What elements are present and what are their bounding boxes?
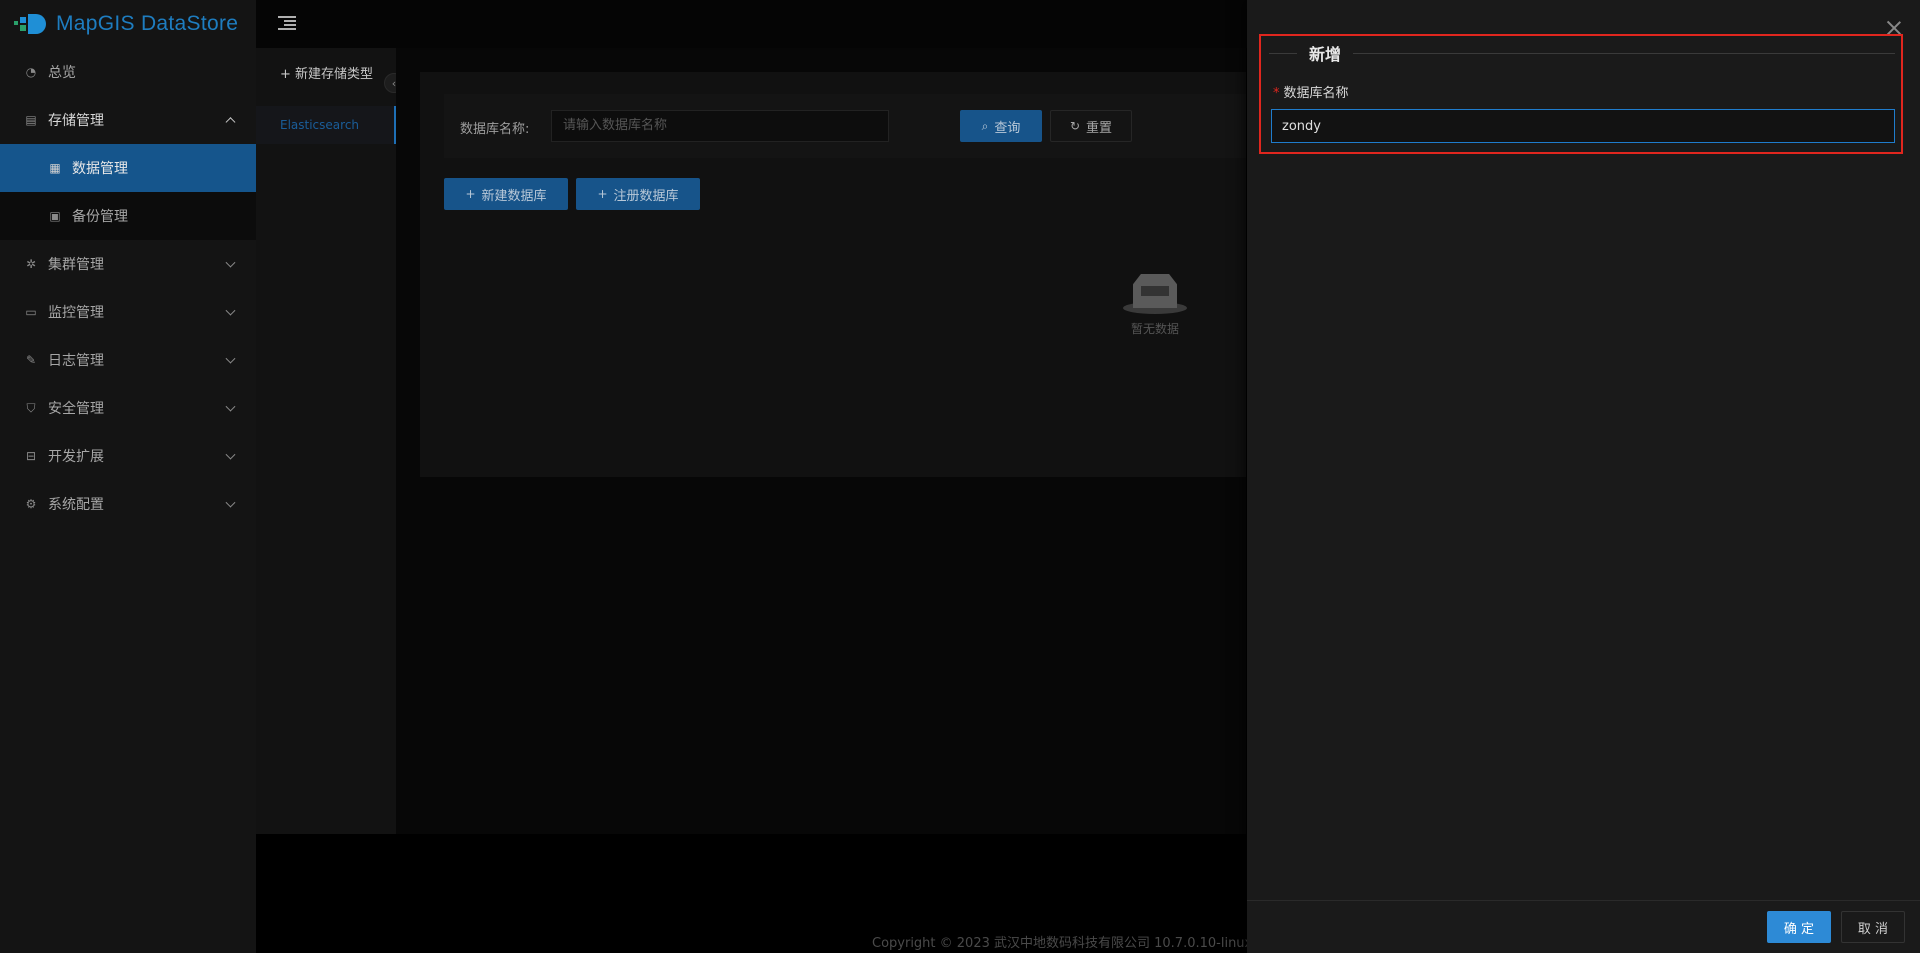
register-database-label: 注册数据库 — [613, 188, 679, 204]
app-root: MapGIS DataStore ◔ 总览 ▤ 存储管理 ▦ 数据管理 ▣ 备份… — [0, 0, 1920, 953]
chevron-up-icon — [225, 117, 236, 128]
sidebar-item-label: 系统配置 — [48, 497, 104, 513]
database-name-input[interactable] — [1271, 109, 1895, 143]
sidebar-item-label: 日志管理 — [48, 353, 104, 369]
sidebar-item-label: 数据管理 — [72, 161, 128, 177]
chevron-down-icon — [225, 449, 236, 460]
reload-icon: ↻ — [1069, 119, 1081, 133]
monitor-icon: ▭ — [25, 305, 37, 319]
storage-submenu: ▦ 数据管理 ▣ 备份管理 — [0, 144, 256, 240]
sidebar-item-label: 存储管理 — [48, 113, 104, 129]
sidebar-item-dev-extension[interactable]: ⊟ 开发扩展 — [0, 432, 256, 480]
chevron-down-icon — [225, 353, 236, 364]
database-icon: ▦ — [49, 161, 61, 175]
plus-icon: + — [597, 187, 608, 201]
sidebar: MapGIS DataStore ◔ 总览 ▤ 存储管理 ▦ 数据管理 ▣ 备份… — [0, 0, 256, 953]
confirm-button[interactable]: 确 定 — [1767, 911, 1831, 943]
storage-icon: ▤ — [25, 113, 37, 127]
toolbox-icon: ⊟ — [25, 449, 37, 463]
search-bar: 数据库名称: 请输入数据库名称 ⌕ 查询 ↻ 重置 — [444, 94, 1246, 158]
sidebar-item-label: 安全管理 — [48, 401, 104, 417]
sidebar-item-cluster[interactable]: ✲ 集群管理 — [0, 240, 256, 288]
sidebar-item-backup-management[interactable]: ▣ 备份管理 — [0, 192, 256, 240]
search-label: 数据库名称: — [460, 122, 530, 137]
database-card: 数据库名称: 请输入数据库名称 ⌕ 查询 ↻ 重置 + 新建数据库 + 注册数据… — [420, 72, 1246, 477]
logo-text: MapGIS DataStore — [56, 12, 239, 35]
drawer-footer: 确 定 取 消 — [1247, 900, 1920, 953]
add-form-section: 新增 * 数据库名称 — [1259, 34, 1903, 154]
sidebar-item-label: 总览 — [48, 65, 76, 81]
add-database-drawer: 新增 *数据库名称 确 定 取 消 — [1247, 0, 1920, 953]
shield-icon: ⛉ — [26, 400, 36, 415]
storage-type-item[interactable]: Elasticsearch — [256, 106, 396, 144]
sidebar-menu: ◔ 总览 ▤ 存储管理 ▦ 数据管理 ▣ 备份管理 ✲ 集群管理 ▭ 监控管理 … — [0, 48, 256, 528]
storage-type-panel: + 新建存储类型 Elasticsearch — [256, 48, 396, 834]
sidebar-item-label: 监控管理 — [48, 305, 104, 321]
section-title-text: 新增 — [1309, 45, 1342, 64]
cancel-button[interactable]: 取 消 — [1841, 911, 1905, 943]
sidebar-item-data-management[interactable]: ▦ 数据管理 — [0, 144, 256, 192]
main-content: 数据库名称: 请输入数据库名称 ⌕ 查询 ↻ 重置 + 新建数据库 + 注册数据… — [396, 48, 1246, 834]
chevron-down-icon — [225, 497, 236, 508]
plus-icon: + — [465, 187, 476, 201]
search-icon: ⌕ — [981, 118, 989, 133]
chevron-down-icon — [225, 401, 236, 412]
sidebar-item-label: 开发扩展 — [48, 449, 104, 465]
menu-fold-icon[interactable] — [278, 16, 296, 30]
query-button[interactable]: ⌕ 查询 — [960, 110, 1042, 142]
dashboard-icon: ◔ — [25, 65, 37, 79]
new-storage-type-button[interactable]: + 新建存储类型 — [256, 48, 396, 96]
sidebar-item-system-config[interactable]: ⚙ 系统配置 — [0, 480, 256, 528]
sidebar-item-security[interactable]: ⛉ 安全管理 — [0, 384, 256, 432]
sidebar-item-monitor[interactable]: ▭ 监控管理 — [0, 288, 256, 336]
empty-box-icon — [1123, 272, 1187, 314]
sidebar-item-label: 备份管理 — [72, 209, 128, 225]
sidebar-item-label: 集群管理 — [48, 257, 104, 273]
database-name-label: * 数据库名称 — [1273, 82, 1349, 101]
empty-text: 暂无数据 — [1130, 322, 1179, 336]
new-database-button[interactable]: + 新建数据库 — [444, 178, 568, 210]
query-button-label: 查询 — [994, 120, 1021, 136]
search-input[interactable]: 请输入数据库名称 — [551, 110, 889, 142]
sidebar-item-log[interactable]: ✎ 日志管理 — [0, 336, 256, 384]
logo[interactable]: MapGIS DataStore — [0, 0, 256, 48]
required-mark: * — [1273, 86, 1280, 101]
empty-state: 暂无数据 — [1120, 272, 1190, 337]
gear-icon: ⚙ — [25, 497, 37, 511]
chevron-down-icon — [225, 257, 236, 268]
copyright: Copyright © 2023 武汉中地数码科技有限公司 10.7.0.10-… — [872, 936, 1253, 951]
register-database-button[interactable]: + 注册数据库 — [576, 178, 700, 210]
backup-icon: ▣ — [49, 209, 61, 223]
reset-button[interactable]: ↻ 重置 — [1050, 110, 1132, 142]
new-database-label: 新建数据库 — [481, 188, 547, 204]
chevron-down-icon — [225, 305, 236, 316]
sidebar-item-storage[interactable]: ▤ 存储管理 — [0, 96, 256, 144]
database-name-label-text: 数据库名称 — [1283, 86, 1349, 101]
section-title: 新增 — [1269, 42, 1895, 64]
logo-mark-icon — [14, 13, 50, 35]
reset-button-label: 重置 — [1086, 120, 1113, 136]
cluster-icon: ✲ — [25, 257, 37, 271]
sidebar-item-overview[interactable]: ◔ 总览 — [0, 48, 256, 96]
log-icon: ✎ — [25, 353, 37, 367]
